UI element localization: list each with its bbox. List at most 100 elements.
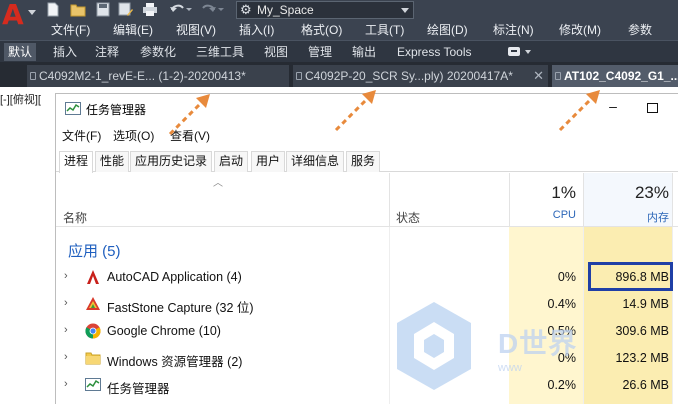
watermark-text: D世界 [498, 328, 578, 359]
task-manager-window: 任务管理器 – 文件(F) 选项(O) 查看(V) 进程 性能 应用历史记录 启… [55, 93, 678, 404]
menu-tools[interactable]: 工具(T) [365, 22, 404, 38]
taskmgr-icon [85, 377, 101, 393]
ribbon-tab-annotate[interactable]: 注释 [91, 43, 123, 61]
highlight-box [588, 262, 673, 291]
menu-draw[interactable]: 绘图(D) [427, 22, 468, 38]
ribbon-tab-3d-tools[interactable]: 三维工具 [192, 43, 248, 61]
chevron-right-icon[interactable]: › [64, 297, 68, 309]
menu-format[interactable]: 格式(O) [301, 22, 342, 38]
menu-options[interactable]: 选项(O) [113, 127, 154, 144]
column-header-status[interactable]: 状态 [396, 209, 420, 226]
autocad-menu-bar: 文件(F) 编辑(E) 视图(V) 插入(I) 格式(O) 工具(T) 绘图(D… [38, 20, 678, 40]
ribbon-tab-bar: 默认 插入 注释 参数化 三维工具 视图 管理 输出 Express Tools [0, 40, 678, 62]
column-separator [389, 173, 390, 227]
autocad-app-menu-button[interactable]: A [0, 0, 38, 40]
ribbon-tab-manage[interactable]: 管理 [304, 43, 336, 61]
new-icon[interactable] [45, 2, 61, 17]
chrome-icon [85, 323, 101, 339]
maximize-button[interactable] [647, 103, 658, 113]
window-title: 任务管理器 [86, 103, 147, 117]
process-name: Windows 资源管理器 (2) [107, 355, 243, 369]
tab-processes[interactable]: 进程 [59, 151, 94, 173]
watermark-logo-icon [395, 300, 473, 392]
process-memory: 26.6 MB [622, 378, 669, 392]
chevron-right-icon[interactable]: › [64, 270, 68, 282]
print-icon[interactable] [142, 2, 158, 17]
sort-up-icon: ︿ [213, 178, 223, 189]
undo-icon[interactable] [168, 2, 192, 17]
menu-dimension[interactable]: 标注(N) [493, 22, 534, 38]
task-manager-tabs: 进程 性能 应用历史记录 启动 用户 详细信息 服务 [56, 149, 678, 173]
ribbon-tab-insert[interactable]: 插入 [49, 43, 81, 61]
ribbon-minimize-toggle[interactable] [506, 46, 534, 58]
redo-icon[interactable] [200, 2, 224, 17]
open-icon[interactable] [70, 2, 86, 17]
autocad-logo-icon: A [2, 0, 24, 31]
tab-details[interactable]: 详细信息 [286, 151, 345, 172]
menu-file[interactable]: 文件(F) [51, 22, 90, 38]
process-name: FastStone Capture (32 位) [107, 301, 254, 315]
watermark-subtext: www [498, 362, 522, 374]
ribbon-tab-parametric[interactable]: 参数化 [136, 43, 180, 61]
process-row-faststone[interactable]: › FastStone Capture (32 位) 0.4% 14.9 MB [56, 291, 678, 318]
tab-users[interactable]: 用户 [251, 151, 286, 172]
process-row-chrome[interactable]: › Google Chrome (10) 0.5% 309.6 MB [56, 318, 678, 345]
process-cpu: 0% [557, 270, 576, 284]
process-cpu: 0.2% [547, 378, 577, 392]
document-tab-label: AT102_C4092_G1_... [564, 69, 678, 83]
chevron-right-icon[interactable]: › [64, 324, 68, 336]
document-tab-1[interactable]: C4092M2-1_revE-E... (1-2)-20200413* [27, 65, 289, 87]
ribbon-tab-default[interactable]: 默认 [4, 43, 37, 61]
ribbon-tab-output[interactable]: 输出 [348, 43, 380, 61]
task-manager-app-icon [65, 102, 81, 116]
menu-file[interactable]: 文件(F) [62, 127, 101, 144]
annotation-arrow-icon [554, 84, 606, 136]
lock-icon [30, 72, 36, 80]
gear-icon: ⚙ [240, 2, 252, 17]
menu-view[interactable]: 视图(V) [176, 22, 216, 38]
menu-edit[interactable]: 编辑(E) [113, 22, 153, 38]
apps-group-title: 应用 (5) [68, 243, 121, 260]
annotation-arrow-icon [330, 84, 382, 136]
process-memory: 309.6 MB [615, 324, 669, 338]
save-icon[interactable] [95, 2, 111, 17]
process-memory: 123.2 MB [615, 351, 669, 365]
autocad-icon [85, 269, 101, 285]
chevron-down-icon [28, 10, 36, 15]
column-header-memory[interactable]: 内存 [583, 209, 669, 225]
column-header-name[interactable]: 名称 [63, 209, 87, 226]
process-row-task-manager[interactable]: › 任务管理器 0.2% 26.6 MB [56, 372, 678, 399]
menu-insert[interactable]: 插入(I) [239, 22, 274, 38]
chevron-down-icon [525, 50, 531, 54]
chevron-right-icon[interactable]: › [64, 378, 68, 390]
tab-startup[interactable]: 启动 [214, 151, 249, 172]
process-row-explorer[interactable]: › Windows 资源管理器 (2) 0% 123.2 MB [56, 345, 678, 372]
saveas-icon[interactable] [118, 2, 134, 17]
minimize-button[interactable]: – [603, 98, 623, 116]
column-header-cpu[interactable]: CPU [509, 209, 576, 221]
process-name: 任务管理器 [107, 382, 170, 396]
ribbon-tab-view[interactable]: 视图 [260, 43, 292, 61]
workspace-select[interactable]: ⚙ My_Space [236, 1, 414, 19]
close-icon[interactable]: ✕ [533, 65, 544, 87]
process-cpu: 0.4% [547, 297, 577, 311]
viewport-controls-label[interactable]: [-][俯视][ [0, 93, 41, 107]
ribbon-tab-express-tools[interactable]: Express Tools [393, 43, 475, 61]
process-row-autocad[interactable]: › AutoCAD Application (4) 0% 896.8 MB [56, 264, 678, 291]
memory-total-percent: 23% [634, 183, 669, 202]
tab-app-history[interactable]: 应用历史记录 [130, 151, 213, 172]
annotation-arrow-icon [164, 88, 216, 140]
column-separator [672, 173, 673, 227]
document-tab-label: C4092P-20_SCR Sy...ply) 20200417A* [305, 69, 513, 83]
process-table-header: ︿ 名称 状态 1% CPU 23% 内存 [56, 173, 678, 227]
tab-performance[interactable]: 性能 [95, 151, 130, 172]
faststone-icon [85, 296, 101, 312]
process-memory: 14.9 MB [622, 297, 669, 311]
chevron-down-icon [401, 8, 409, 13]
tab-services[interactable]: 服务 [346, 151, 381, 172]
workspace-name: My_Space [257, 3, 314, 17]
process-name: AutoCAD Application (4) [107, 270, 242, 284]
menu-parametric[interactable]: 参数 [628, 22, 652, 38]
chevron-right-icon[interactable]: › [64, 351, 68, 363]
menu-modify[interactable]: 修改(M) [559, 22, 601, 38]
